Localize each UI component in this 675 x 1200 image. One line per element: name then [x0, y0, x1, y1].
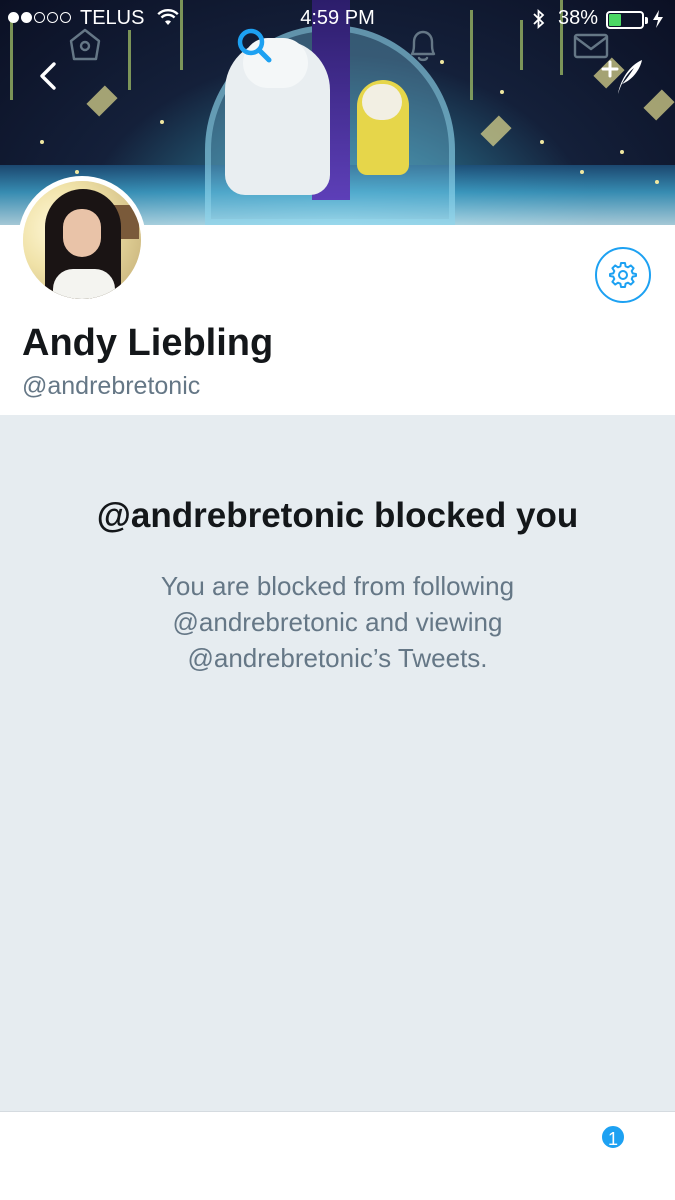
charging-bolt-icon — [652, 9, 664, 35]
mail-icon — [573, 33, 609, 59]
tab-home[interactable] — [62, 22, 108, 68]
bluetooth-icon — [532, 8, 546, 35]
tab-search[interactable] — [231, 22, 277, 68]
tab-messages[interactable] — [568, 22, 614, 68]
settings-button[interactable] — [595, 247, 651, 303]
search-icon — [237, 28, 272, 63]
bell-icon — [410, 30, 436, 62]
profile-name: Andy Liebling — [22, 322, 274, 364]
messages-badge: 1 — [600, 1124, 626, 1150]
tab-bar — [0, 1111, 675, 1200]
tab-notifications[interactable] — [400, 22, 446, 68]
profile-handle: @andrebretonic — [22, 372, 201, 400]
blocked-title: @andrebretonic blocked you — [96, 496, 579, 535]
gear-icon — [609, 262, 637, 288]
blocked-message: You are blocked from following @andrebre… — [160, 571, 515, 673]
home-icon — [69, 28, 101, 61]
avatar[interactable] — [18, 176, 146, 304]
